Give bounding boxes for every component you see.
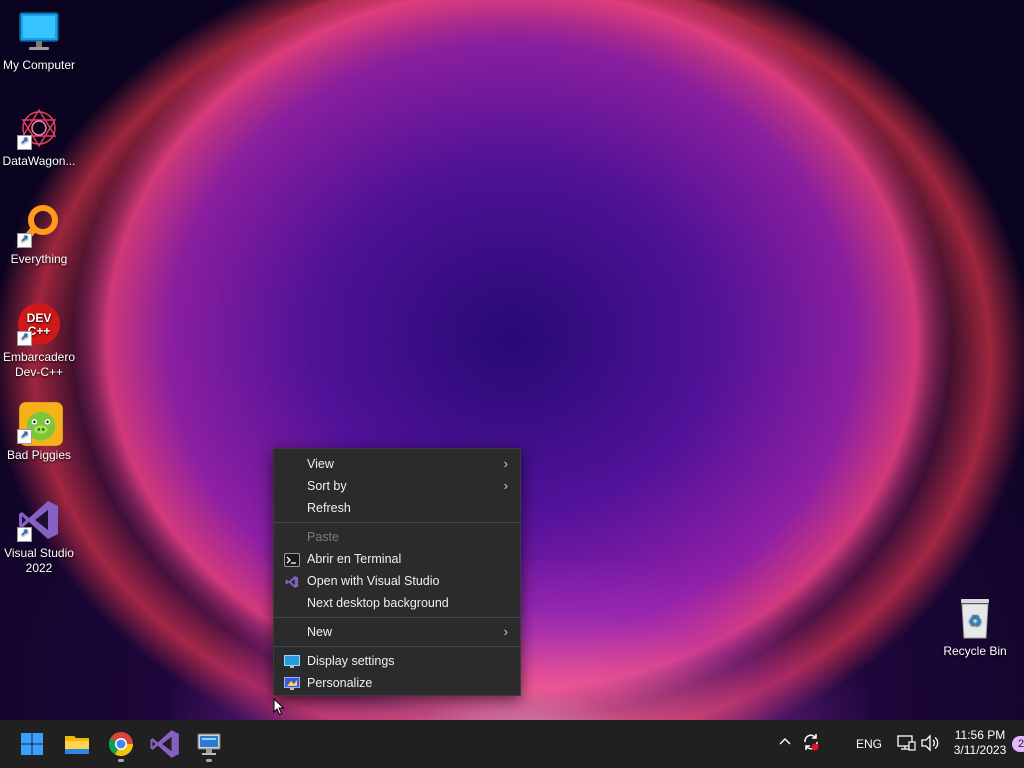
network-icon[interactable] — [896, 734, 916, 755]
clock-date: 3/11/2023 — [953, 743, 1007, 757]
menu-item-label: View — [307, 457, 334, 471]
chevron-up-icon[interactable] — [777, 734, 793, 753]
taskbar-visual-studio[interactable] — [149, 728, 181, 760]
menu-item-open-terminal[interactable]: Abrir en Terminal — [274, 548, 520, 570]
chevron-right-icon: › — [503, 624, 508, 639]
menu-item-sort-by[interactable]: Sort by › — [274, 475, 520, 497]
chevron-right-icon: › — [503, 456, 508, 471]
menu-item-view[interactable]: View › — [274, 453, 520, 475]
running-indicator — [206, 759, 212, 762]
menu-separator — [274, 617, 520, 618]
desktop-icon-bad-piggies[interactable]: ↗ Bad Piggies — [0, 400, 78, 463]
file-explorer-icon — [65, 736, 89, 754]
terminal-icon — [284, 552, 300, 567]
recycle-bin-icon: ♻ — [953, 596, 997, 640]
desktop-icon-visual-studio[interactable]: ↗ Visual Studio 2022 — [0, 498, 78, 576]
menu-separator — [274, 646, 520, 647]
remote-desktop-icon — [197, 733, 221, 755]
visual-studio-icon — [284, 574, 300, 589]
start-icon — [21, 733, 43, 755]
menu-item-next-background[interactable]: Next desktop background — [274, 592, 520, 614]
visual-studio-icon — [150, 730, 179, 758]
desktop-icon-label: Bad Piggies — [6, 448, 72, 462]
desktop-icon-label: DataWagon... — [2, 154, 76, 168]
volume-icon[interactable] — [920, 734, 940, 755]
taskbar-remote-desktop[interactable] — [193, 728, 225, 762]
menu-item-label: Personalize — [307, 676, 373, 690]
visual-studio-icon: ↗ — [17, 498, 61, 542]
sync-icon[interactable] — [801, 732, 821, 755]
menu-item-label: Refresh — [307, 501, 351, 515]
desktop[interactable]: My Computer ↗ DataWagon... ↗ Everything … — [0, 0, 1024, 720]
start-button[interactable] — [16, 728, 48, 760]
menu-item-display-settings[interactable]: Display settings — [274, 650, 520, 672]
menu-item-label: Display settings — [307, 654, 395, 668]
menu-item-open-visual-studio[interactable]: Open with Visual Studio — [274, 570, 520, 592]
monitor-icon — [17, 10, 61, 54]
mouse-cursor-icon — [273, 698, 285, 716]
clock[interactable]: 11:56 PM 3/11/2023 — [946, 728, 1014, 758]
desktop-icon-label: Embarcadero Dev-C++ — [2, 350, 76, 379]
language-indicator[interactable]: ENG — [856, 737, 882, 751]
running-indicator — [118, 759, 124, 762]
magnifier-icon: ↗ — [17, 204, 61, 248]
personalize-icon — [284, 676, 300, 690]
desktop-icon-datawagon[interactable]: ↗ DataWagon... — [0, 106, 78, 169]
desktop-icon-my-computer[interactable]: My Computer — [0, 10, 78, 73]
menu-item-label: Next desktop background — [307, 596, 449, 610]
shortcut-arrow-icon: ↗ — [17, 135, 32, 150]
shortcut-arrow-icon: ↗ — [17, 429, 32, 444]
desktop-icon-label: Everything — [10, 252, 68, 266]
shortcut-arrow-icon: ↗ — [17, 233, 32, 248]
svg-text:DEV: DEV — [27, 311, 52, 325]
bad-piggies-icon: ↗ — [17, 400, 63, 446]
shortcut-arrow-icon: ↗ — [17, 527, 32, 542]
taskbar: ENG 11:56 PM 3/11/2023 2 — [0, 720, 1024, 768]
datawagon-icon: ↗ — [17, 106, 61, 150]
desktop-icon-label: Visual Studio 2022 — [4, 546, 74, 575]
menu-separator — [274, 522, 520, 523]
menu-item-paste: Paste — [274, 526, 520, 548]
taskbar-chrome[interactable] — [105, 728, 137, 762]
menu-item-label: New — [307, 625, 333, 639]
menu-item-personalize[interactable]: Personalize — [274, 672, 520, 694]
desktop-icon-recycle-bin[interactable]: ♻ Recycle Bin — [936, 596, 1014, 659]
menu-item-label: Open with Visual Studio — [307, 574, 440, 588]
devcpp-icon: DEV C++ ↗ — [17, 302, 61, 346]
shortcut-arrow-icon: ↗ — [17, 331, 32, 346]
clock-time: 11:56 PM — [954, 728, 1006, 742]
desktop-icon-label: My Computer — [2, 58, 76, 72]
taskbar-file-explorer[interactable] — [61, 728, 93, 760]
desktop-icon-devcpp[interactable]: DEV C++ ↗ Embarcadero Dev-C++ — [0, 302, 78, 380]
menu-item-label: Paste — [307, 530, 339, 544]
menu-item-label: Sort by — [307, 479, 347, 493]
notification-badge[interactable]: 2 — [1012, 736, 1024, 752]
svg-text:♻: ♻ — [968, 611, 982, 630]
desktop-icon-label: Recycle Bin — [943, 644, 1007, 658]
chrome-icon — [108, 732, 133, 757]
display-icon — [284, 654, 300, 668]
menu-item-new[interactable]: New › — [274, 621, 520, 643]
desktop-context-menu: View › Sort by › Refresh Paste Abrir en … — [273, 448, 521, 696]
chevron-right-icon: › — [503, 478, 508, 493]
menu-item-refresh[interactable]: Refresh — [274, 497, 520, 519]
menu-item-label: Abrir en Terminal — [307, 552, 402, 566]
desktop-icon-everything[interactable]: ↗ Everything — [0, 204, 78, 267]
